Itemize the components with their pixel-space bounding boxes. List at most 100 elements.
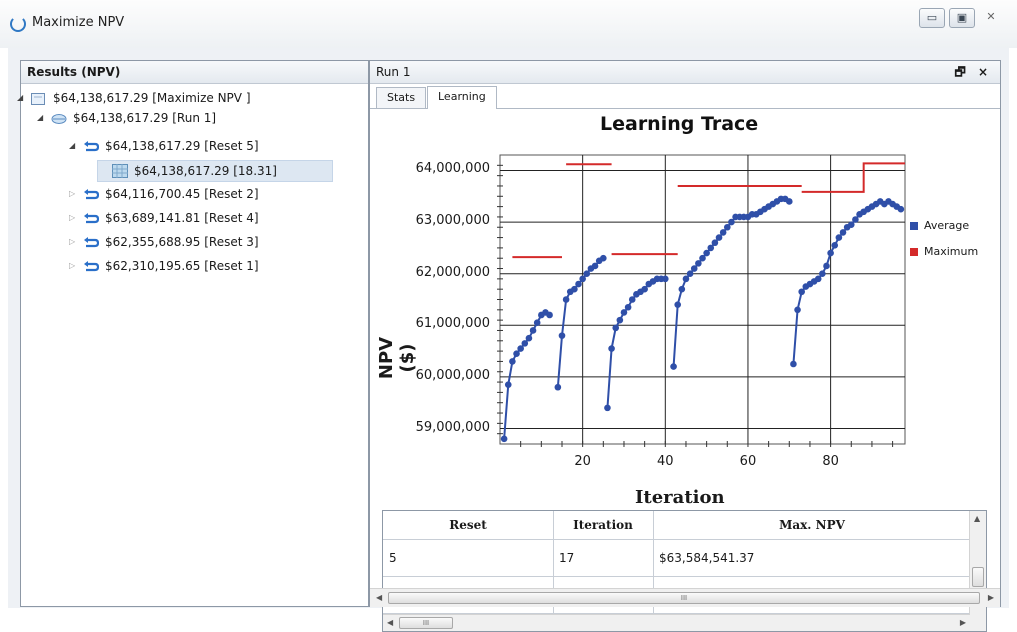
minimize-button[interactable]: ▭ bbox=[919, 8, 945, 28]
average-data-point bbox=[641, 285, 648, 293]
average-data-point bbox=[554, 383, 562, 391]
scroll-right-icon[interactable]: ▶ bbox=[960, 618, 966, 627]
collapsed-arrow-icon[interactable]: ▷ bbox=[69, 184, 79, 204]
average-data-point bbox=[686, 270, 694, 277]
average-data-point bbox=[604, 404, 611, 412]
run-panel: Run 1 🗗 × Stats Learning Learning Trace … bbox=[369, 60, 1001, 632]
average-data-point bbox=[690, 265, 698, 272]
panel-horizontal-scrollbar[interactable]: ◀ III ▶ bbox=[370, 588, 1000, 607]
reset-icon bbox=[83, 187, 100, 200]
tree-node-label: $62,355,688.95 [Reset 3] bbox=[105, 235, 259, 249]
legend-swatch-maximum bbox=[910, 248, 918, 256]
average-data-point bbox=[790, 360, 797, 368]
average-data-point bbox=[715, 234, 723, 241]
average-data-point bbox=[571, 285, 578, 293]
tree-node-label: $64,116,700.45 [Reset 2] bbox=[105, 187, 259, 201]
tab-stats[interactable]: Stats bbox=[376, 87, 427, 108]
close-button[interactable]: ✕ bbox=[979, 8, 1003, 26]
collapsed-arrow-icon[interactable]: ▷ bbox=[69, 256, 79, 276]
run-icon bbox=[51, 111, 67, 124]
legend-label-maximum: Maximum bbox=[924, 245, 979, 258]
scroll-right-icon[interactable]: ▶ bbox=[988, 593, 994, 602]
scroll-left-icon[interactable]: ◀ bbox=[376, 593, 382, 602]
collapsed-arrow-icon[interactable]: ▷ bbox=[69, 208, 79, 228]
tree-node[interactable]: ▷ $64,116,700.45 [Reset 2] bbox=[69, 184, 259, 204]
max-npv-table: Reset Iteration Max. NPV 5 17 $63,584,54… bbox=[382, 510, 987, 632]
y-tick-label: 63,000,000 bbox=[415, 213, 490, 229]
average-data-point bbox=[707, 244, 715, 252]
average-data-point bbox=[662, 275, 669, 283]
legend-swatch-average bbox=[910, 222, 918, 230]
y-axis-label: NPV ($) bbox=[376, 336, 418, 380]
tree-node[interactable]: ▷ $62,355,688.95 [Reset 3] bbox=[69, 232, 259, 252]
column-header-reset[interactable]: Reset bbox=[383, 511, 554, 539]
average-data-point bbox=[546, 311, 553, 319]
average-data-point bbox=[579, 275, 586, 283]
average-data-point bbox=[620, 309, 628, 316]
average-data-point bbox=[703, 249, 710, 257]
legend-item-average: Average bbox=[910, 213, 978, 239]
tab-strip: Stats Learning bbox=[370, 84, 1000, 109]
panel-close-icon[interactable]: × bbox=[978, 65, 992, 79]
window-controls: ▭ ▣ ✕ bbox=[919, 8, 1003, 28]
column-header-max-npv[interactable]: Max. NPV bbox=[653, 511, 971, 539]
x-tick-label: 40 bbox=[657, 454, 674, 469]
tree-node[interactable]: ◢ $64,138,617.29 [Reset 5] bbox=[69, 136, 259, 156]
average-data-point bbox=[847, 221, 855, 228]
scroll-left-icon[interactable]: ◀ bbox=[387, 618, 393, 627]
tree-node[interactable]: ▷ $62,310,195.65 [Reset 1] bbox=[69, 256, 259, 276]
reset-icon bbox=[83, 235, 100, 248]
average-data-point bbox=[521, 340, 529, 347]
maximize-button[interactable]: ▣ bbox=[949, 8, 975, 28]
collapsed-arrow-icon[interactable]: ▷ bbox=[69, 232, 79, 252]
average-data-point bbox=[612, 324, 620, 332]
expanded-arrow-icon[interactable]: ◢ bbox=[69, 136, 79, 156]
column-header-iteration[interactable]: Iteration bbox=[553, 511, 654, 539]
reset-icon bbox=[83, 259, 100, 272]
horizontal-scroll-thumb[interactable]: III bbox=[399, 617, 453, 629]
scroll-up-icon[interactable]: ▲ bbox=[974, 514, 980, 523]
panel-controls: 🗗 × bbox=[954, 61, 992, 83]
average-data-point bbox=[819, 270, 826, 277]
average-data-point bbox=[533, 319, 541, 327]
average-data-point bbox=[794, 306, 801, 314]
plot-area bbox=[499, 154, 906, 445]
average-data-point bbox=[562, 296, 570, 303]
grid-result-icon bbox=[112, 164, 128, 178]
tree-node-label: $64,138,617.29 [Reset 5] bbox=[105, 139, 259, 153]
average-data-point bbox=[839, 229, 847, 236]
average-data-point bbox=[823, 262, 830, 270]
average-data-point bbox=[529, 327, 537, 334]
average-data-point bbox=[558, 332, 566, 339]
average-data-point bbox=[509, 358, 516, 365]
average-data-point bbox=[591, 262, 599, 270]
tab-learning[interactable]: Learning bbox=[427, 86, 497, 109]
y-tick-label: 62,000,000 bbox=[415, 264, 490, 280]
tree-node-label: $63,689,141.81 [Reset 4] bbox=[105, 211, 259, 225]
legend-label-average: Average bbox=[924, 219, 970, 232]
reset-icon bbox=[83, 211, 100, 224]
table-vertical-scrollbar[interactable]: ▲ ▼ bbox=[969, 511, 986, 631]
tree-node[interactable]: ◢ $64,138,617.29 [Run 1] bbox=[37, 108, 216, 128]
float-window-icon[interactable]: 🗗 bbox=[954, 65, 969, 79]
expanded-arrow-icon[interactable]: ◢ bbox=[37, 108, 47, 128]
average-data-point bbox=[513, 350, 520, 357]
average-data-point bbox=[682, 275, 690, 283]
tree-node[interactable]: ◢ $64,138,617.29 [Maximize NPV ] bbox=[17, 88, 251, 108]
cell-iteration: 17 bbox=[553, 540, 654, 576]
panel-scroll-thumb[interactable]: III bbox=[388, 592, 980, 604]
x-axis-label: Iteration bbox=[635, 487, 725, 508]
tree-node[interactable]: ▷ $63,689,141.81 [Reset 4] bbox=[69, 208, 259, 228]
tree-node[interactable]: $64,138,617.29 [18.31] bbox=[97, 160, 333, 182]
average-data-point bbox=[616, 316, 624, 324]
average-data-point bbox=[624, 303, 632, 311]
average-data-point bbox=[608, 345, 615, 352]
vertical-scroll-thumb[interactable] bbox=[972, 567, 984, 587]
chart-legend: Average Maximum bbox=[910, 213, 978, 265]
average-data-point bbox=[798, 288, 805, 296]
table-row[interactable]: 5 17 $63,584,541.37 bbox=[383, 540, 971, 577]
expanded-arrow-icon[interactable]: ◢ bbox=[17, 88, 27, 108]
run-panel-title: Run 1 bbox=[376, 65, 411, 79]
x-tick-label: 80 bbox=[822, 454, 839, 469]
tree-node-label: $62,310,195.65 [Reset 1] bbox=[105, 259, 259, 273]
